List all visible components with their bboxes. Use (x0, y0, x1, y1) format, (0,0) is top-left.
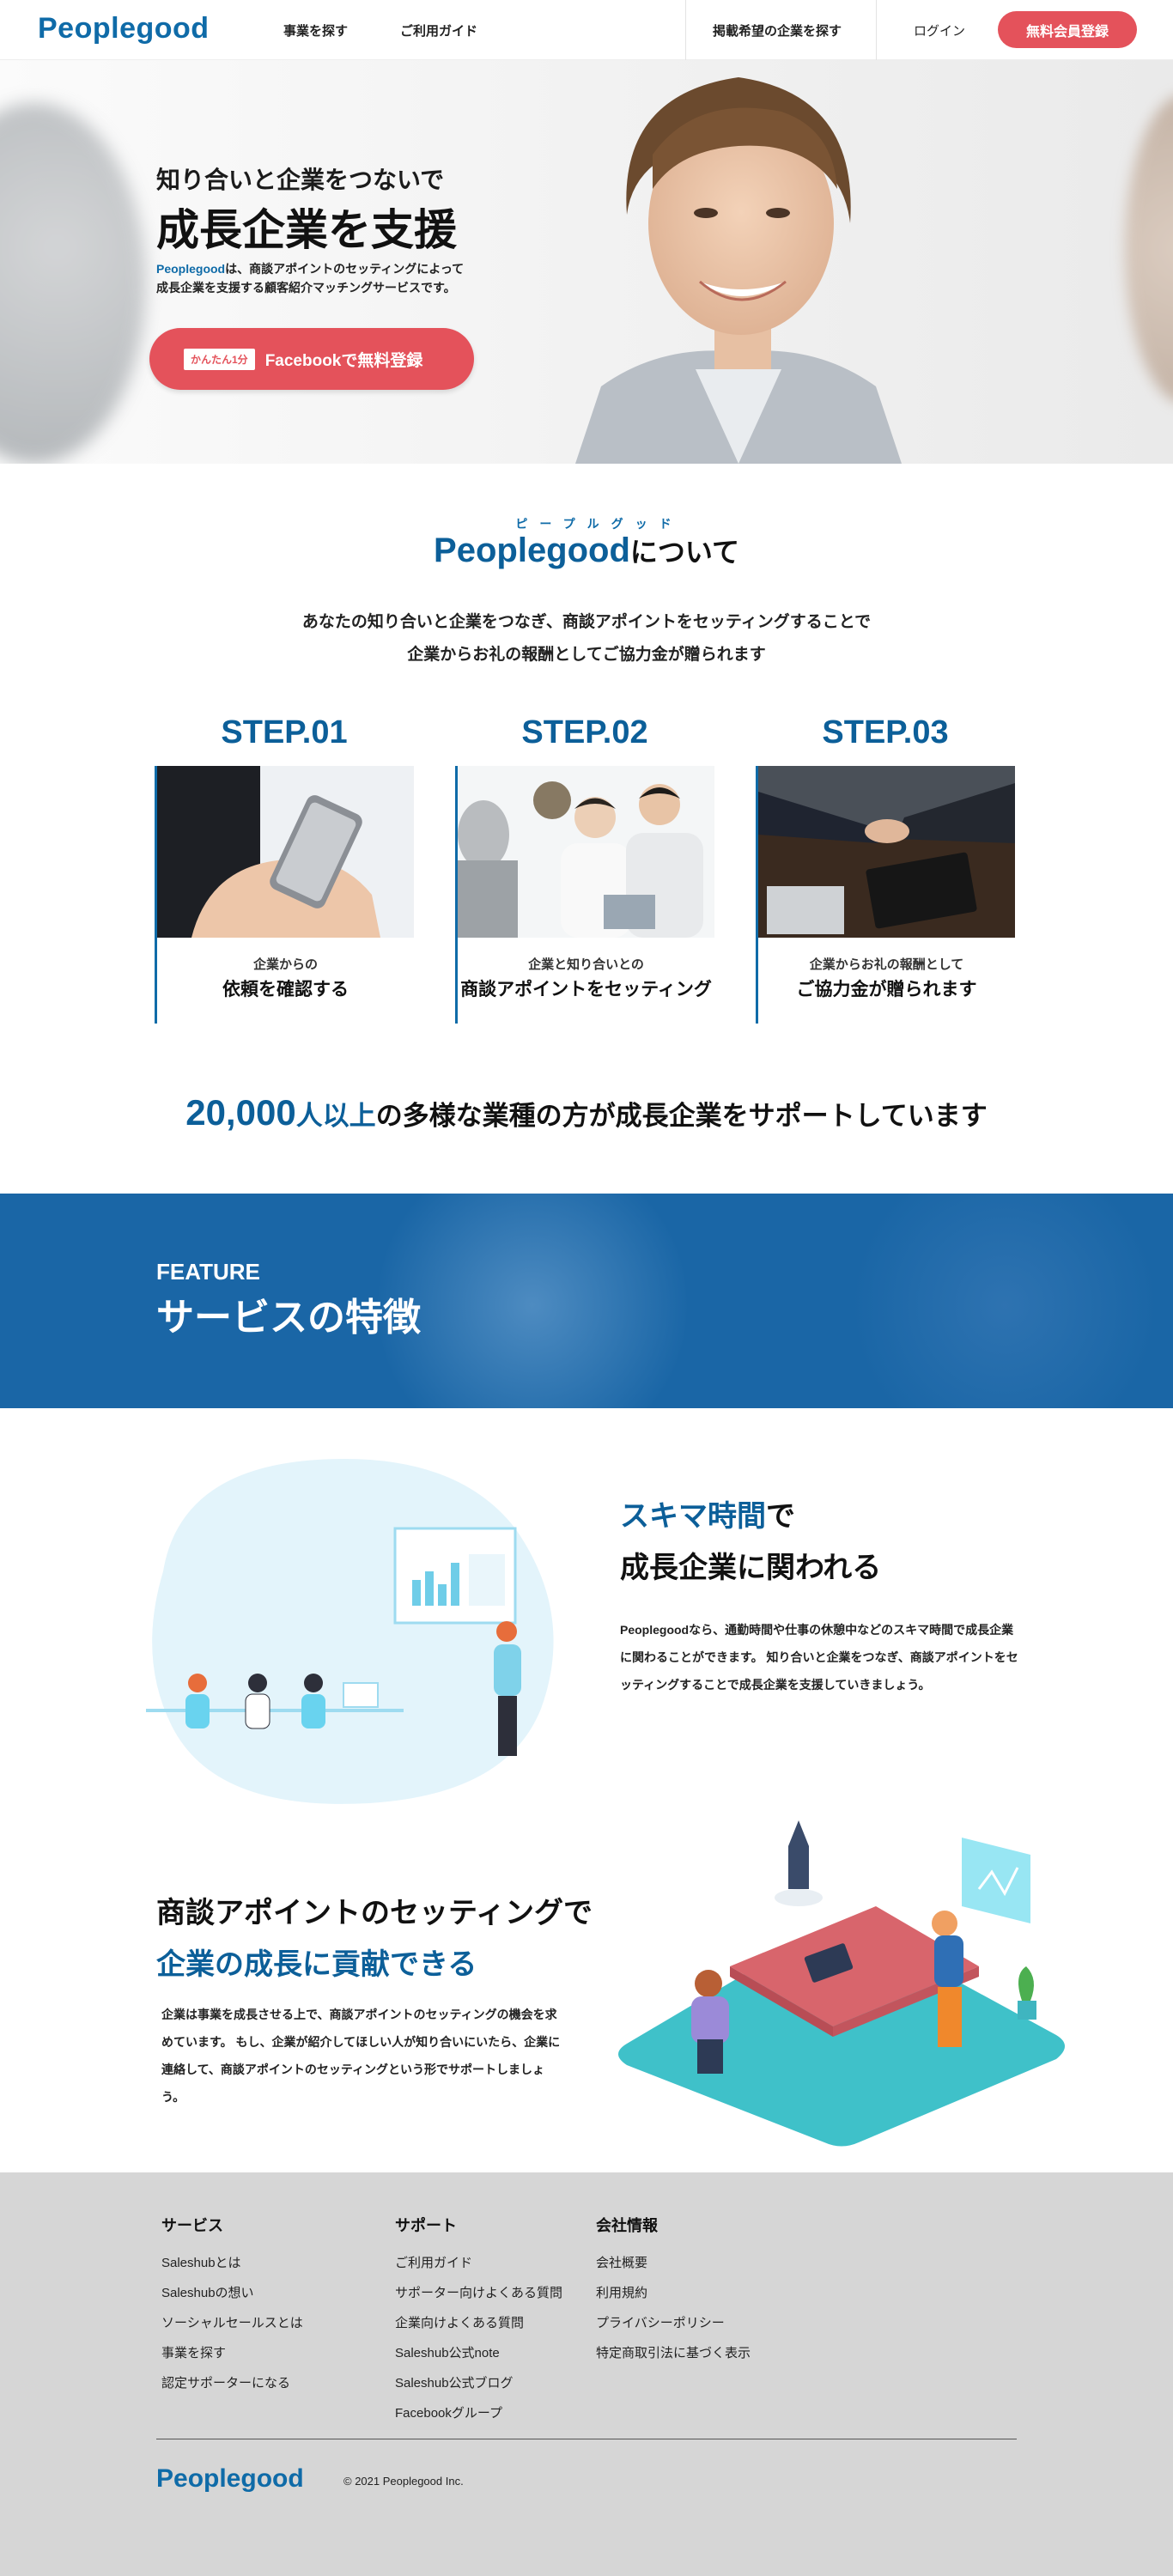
footer-logo[interactable]: Peoplegood (156, 2464, 304, 2494)
footer-link[interactable]: Saleshub公式ブログ (395, 2368, 562, 2398)
logo[interactable]: Peoplegood (38, 12, 210, 46)
footer-link[interactable]: 利用規約 (596, 2278, 751, 2308)
footer-link[interactable]: Facebookグループ (395, 2398, 562, 2428)
stat-text: の多様な業種の方が成長企業をサポートしています (375, 1101, 988, 1131)
about-title-brand: Peoplegood (434, 532, 630, 569)
about-lead: あなたの知り合いと企業をつなぎ、商談アポイントをセッティングすることで 企業から… (0, 606, 1173, 671)
step-label: STEP.02 (521, 714, 648, 750)
hero-title: 成長企業を支援 (156, 206, 457, 254)
footer-column-service: サービス Saleshubとは Saleshubの想い ソーシャルセールスとは … (161, 2214, 303, 2398)
step-card-body: 企業からお礼の報酬として ご協力金が贈られます (756, 766, 1015, 1024)
presentation-illustration (146, 1459, 554, 1804)
footer-column-title: サービス (161, 2217, 223, 2234)
footer-link[interactable]: 事業を探す (161, 2338, 303, 2368)
hero-desc-text: は、商談アポイントのセッティングによって (225, 262, 465, 276)
step-big-text: 依頼を確認する (222, 980, 349, 999)
copyright: © 2021 Peoplegood Inc. (343, 2475, 464, 2488)
footer-link[interactable]: Saleshubとは (161, 2248, 303, 2278)
site-header: Peoplegood 事業を探す ご利用ガイド 掲載希望の企業を探す ログイン … (0, 0, 1173, 60)
login-link[interactable]: ログイン (914, 21, 965, 39)
hero: 知り合いと企業をつないで 成長企業を支援 Peoplegoodは、商談アポイント… (0, 60, 1173, 464)
step-card: STEP.01 企業からの 依頼を確認する (155, 714, 414, 1024)
supporter-stat: 20,000人以上の多様な業種の方が成長企業をサポートしています (0, 1092, 1173, 1133)
hero-woman-photo (575, 77, 902, 464)
about-lead-line1: あなたの知り合いと企業をつなぎ、商談アポイントをセッティングすることで (301, 613, 872, 631)
footer-link[interactable]: 特定商取引法に基づく表示 (596, 2338, 751, 2368)
rocket-teamwork-illustration (618, 1820, 1065, 2147)
stat-unit: 人以上 (295, 1101, 376, 1131)
feature2-body: 企業は事業を成長させる上で、商談アポイントのセッティングの機会を求めています。 … (161, 2008, 561, 2104)
register-button[interactable]: 無料会員登録 (998, 11, 1137, 48)
site-footer: サービス Saleshubとは Saleshubの想い ソーシャルセールスとは … (0, 2172, 1173, 2576)
step-big-text: 商談アポイントをセッティング (460, 980, 712, 999)
hero-desc-brand: Peoplegood (156, 262, 226, 276)
step-card-body: 企業と知り合いとの 商談アポイントをセッティング (455, 766, 714, 1024)
footer-link[interactable]: 企業向けよくある質問 (395, 2308, 562, 2338)
about-lead-line2: 企業からお礼の報酬としてご協力金が贈られます (407, 646, 766, 664)
feature-bg-photo (842, 1194, 1168, 1408)
footer-column-title: サポート (395, 2217, 457, 2234)
about-title: Peoplegoodについて (0, 531, 1173, 570)
about-ruby: ピープルグッド (515, 517, 684, 531)
step-small-text: 企業からの (252, 957, 318, 972)
feature1-heading-suffix: で (766, 1500, 795, 1533)
about-title-suffix: について (629, 537, 739, 568)
smartphone-photo (157, 766, 414, 938)
hero-bg-person-right (1125, 94, 1173, 404)
handshake-photo (758, 766, 1015, 938)
footer-link[interactable]: Saleshub公式note (395, 2338, 562, 2368)
hero-bg-person-left (0, 103, 146, 464)
step-small-text: 企業からお礼の報酬として (809, 957, 964, 972)
footer-link[interactable]: ご利用ガイド (395, 2248, 562, 2278)
stat-number: 20,000 (185, 1092, 296, 1133)
step-card: STEP.02 企業と知り合いとの 商談アポイントをセッティング (455, 714, 714, 1024)
step-big-text: ご協力金が贈られます (796, 980, 977, 999)
footer-link[interactable]: プライバシーポリシー (596, 2308, 751, 2338)
facebook-register-label: Facebookで無料登録 (264, 351, 423, 370)
footer-link[interactable]: 会社概要 (596, 2248, 751, 2278)
meeting-photo (458, 766, 714, 938)
hero-subtitle: 知り合いと企業をつないで (156, 167, 445, 193)
nav-guide[interactable]: ご利用ガイド (400, 21, 477, 39)
feature-label-en: FEATURE (156, 1259, 260, 1285)
nav-find-business[interactable]: 事業を探す (283, 21, 348, 39)
nav-divider (685, 0, 686, 60)
step-label: STEP.03 (822, 714, 949, 750)
feature-title: サービスの特徴 (156, 1297, 421, 1339)
step-small-text: 企業と知り合いとの (528, 957, 644, 972)
feature2-heading: 商談アポイントのセッティングで (156, 1897, 593, 1929)
quick-badge: かんたん1分 (184, 348, 255, 370)
feature-bg-photo (378, 1194, 687, 1408)
footer-column-support: サポート ご利用ガイド サポーター向けよくある質問 企業向けよくある質問 Sal… (395, 2214, 562, 2428)
footer-link[interactable]: Saleshubの想い (161, 2278, 303, 2308)
feature1-subheading: 成長企業に関われる (620, 1552, 882, 1584)
step-card: STEP.03 企業からお礼の報酬として ご協力金が贈られます (756, 714, 1015, 1024)
step-label: STEP.01 (221, 714, 348, 750)
feature-band: FEATURE サービスの特徴 (0, 1194, 1173, 1408)
feature2-subheading: 企業の成長に貢献できる (156, 1948, 477, 1981)
facebook-register-button[interactable]: かんたん1分 Facebookで無料登録 (149, 328, 474, 390)
footer-column-title: 会社情報 (596, 2217, 658, 2234)
hero-desc-line2: 成長企業を支援する顧客紹介マッチングサービスです。 (156, 281, 456, 295)
hero-description: Peoplegoodは、商談アポイントのセッティングによって 成長企業を支援する… (156, 259, 517, 297)
feature1-heading-accent: スキマ時間 (620, 1500, 766, 1533)
footer-link[interactable]: ソーシャルセールスとは (161, 2308, 303, 2338)
footer-link[interactable]: 認定サポーターになる (161, 2368, 303, 2398)
feature1-heading: スキマ時間で (620, 1492, 795, 1534)
nav-divider (876, 0, 877, 60)
footer-link[interactable]: サポーター向けよくある質問 (395, 2278, 562, 2308)
nav-find-companies[interactable]: 掲載希望の企業を探す (713, 21, 842, 39)
feature1-body: Peoplegoodなら、通勤時間や仕事の休憩中などのスキマ時間で成長企業に関わ… (620, 1623, 1018, 1692)
step-card-body: 企業からの 依頼を確認する (155, 766, 414, 1024)
footer-column-company: 会社情報 会社概要 利用規約 プライバシーポリシー 特定商取引法に基づく表示 (596, 2214, 751, 2368)
